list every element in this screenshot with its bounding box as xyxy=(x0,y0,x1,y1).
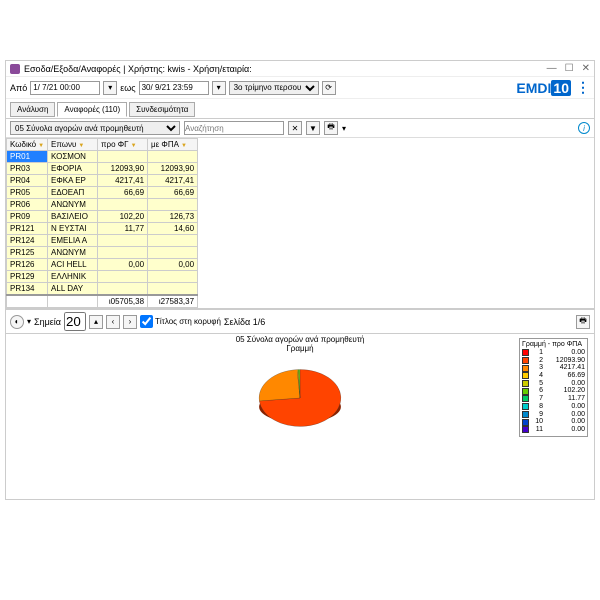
chart-legend: Γραμμή - προ ΦΠΑ 10.00212093.9034217.414… xyxy=(519,338,588,437)
window-title: Εσοδα/Εξοδα/Αναφορές | Χρήστης: kwis - Χ… xyxy=(24,64,252,74)
app-icon xyxy=(10,64,20,74)
legend-item: 466.69 xyxy=(522,372,585,380)
close-button[interactable]: ✕ xyxy=(582,63,590,74)
to-label: εως xyxy=(120,83,135,93)
table-row[interactable]: PR06ΑΝΩΝΥΜ xyxy=(7,199,198,211)
table-row[interactable]: PR01ΚΟΣΜΟΝ xyxy=(7,151,198,163)
col-withvat[interactable]: με ΦΠΑ xyxy=(148,139,198,151)
print-button[interactable]: 🖶 xyxy=(324,121,338,135)
app-window: Εσοδα/Εξοδα/Αναφορές | Χρήστης: kwis - Χ… xyxy=(5,60,595,500)
filter-button[interactable]: ▼ xyxy=(306,121,320,135)
table-row[interactable]: PR134ALL DAY xyxy=(7,283,198,296)
totals-row: ι05705,38ι27583,37 xyxy=(7,295,198,308)
search-input[interactable] xyxy=(184,121,284,135)
data-table: Κωδικό Επωνυ προ ΦΓ με ΦΠΑ PR01ΚΟΣΜΟΝPR0… xyxy=(6,138,198,308)
chart-panel: 05 Σύνολα αγορών ανά προμηθευτή Γραμμή Γ… xyxy=(6,334,594,499)
col-prevat[interactable]: προ ΦΓ xyxy=(98,139,148,151)
chart-title: 05 Σύνολα αγορών ανά προμηθευτή Γραμμή xyxy=(236,336,365,354)
info-icon[interactable]: i xyxy=(578,122,590,134)
titlebar: Εσοδα/Εξοδα/Αναφορές | Χρήστης: kwis - Χ… xyxy=(6,61,594,77)
legend-item: 34217.41 xyxy=(522,364,585,372)
table-row[interactable]: PR04ΕΦΚΑ ΕΡ4217,414217,41 xyxy=(7,175,198,187)
to-picker-button[interactable]: ▾ xyxy=(212,81,226,95)
legend-item: 212093.90 xyxy=(522,357,585,365)
table-row[interactable]: PR126ACI HELL0,000,00 xyxy=(7,259,198,271)
page-indicator: Σελίδα 1/6 xyxy=(224,317,265,327)
tab-analysis[interactable]: Ανάλυση xyxy=(10,102,55,117)
minimize-button[interactable]: — xyxy=(547,63,557,74)
legend-item: 90.00 xyxy=(522,411,585,419)
tabs: Ανάλυση Αναφορές (110) Συνδεσιμότητα xyxy=(6,99,594,119)
title-top-check[interactable]: Τίτλος στη κορυφή xyxy=(140,315,221,328)
period-select[interactable]: 3ο τρίμηνο περσου xyxy=(229,81,319,95)
next-page-button[interactable]: › xyxy=(123,315,137,329)
points-label: Σημεία xyxy=(34,317,61,327)
chart-print-button[interactable]: 🖶 xyxy=(576,315,590,329)
table-row[interactable]: PR124EMELIA A xyxy=(7,235,198,247)
legend-item: 6102.20 xyxy=(522,387,585,395)
from-label: Από xyxy=(10,83,27,93)
legend-item: 80.00 xyxy=(522,403,585,411)
points-input[interactable] xyxy=(64,312,86,331)
from-picker-button[interactable]: ▾ xyxy=(103,81,117,95)
legend-item: 110.00 xyxy=(522,426,585,434)
date-from-input[interactable] xyxy=(30,81,100,95)
legend-item: 10.00 xyxy=(522,349,585,357)
tab-reports[interactable]: Αναφορές (110) xyxy=(57,102,127,117)
date-toolbar: Από ▾ εως ▾ 3ο τρίμηνο περσου ⟳ EMDI10 ⋮ xyxy=(6,77,594,99)
table-row[interactable]: PR121Ν ΕΥΣΤΑΙ11,7714,60 xyxy=(7,223,198,235)
data-table-wrap: Κωδικό Επωνυ προ ΦΓ με ΦΠΑ PR01ΚΟΣΜΟΝPR0… xyxy=(6,138,594,309)
maximize-button[interactable]: ☐ xyxy=(565,63,574,74)
table-row[interactable]: PR03ΕΦΟΡΙΑ12093,9012093,90 xyxy=(7,163,198,175)
date-to-input[interactable] xyxy=(139,81,209,95)
legend-item: 100.00 xyxy=(522,418,585,426)
report-select[interactable]: 05 Σύνολα αγορών ανά προμηθευτή xyxy=(10,121,180,135)
chart-toolbar: ◐ ▾ Σημεία ▴ ‹ › Τίτλος στη κορυφή Σελίδ… xyxy=(6,309,594,334)
table-row[interactable]: PR125ΑΝΩΝΥΜ xyxy=(7,247,198,259)
tab-connectivity[interactable]: Συνδεσιμότητα xyxy=(129,102,195,117)
legend-item: 50.00 xyxy=(522,380,585,388)
legend-item: 711.77 xyxy=(522,395,585,403)
prev-page-button[interactable]: ‹ xyxy=(106,315,120,329)
points-spin[interactable]: ▴ xyxy=(89,315,103,329)
pie-chart xyxy=(245,358,355,438)
brand: EMDI10 ⋮ xyxy=(516,79,590,96)
table-row[interactable]: PR05ΕΔΟΕΑΠ66,6966,69 xyxy=(7,187,198,199)
chart-type-button[interactable]: ◐ xyxy=(10,315,24,329)
table-row[interactable]: PR09ΒΑΣΙΛΕΙΟ102,20126,73 xyxy=(7,211,198,223)
table-row[interactable]: PR129ΕΛΛΗΝΙΚ xyxy=(7,271,198,283)
clear-search-button[interactable]: ✕ xyxy=(288,121,302,135)
col-name[interactable]: Επωνυ xyxy=(48,139,98,151)
filter-toolbar: 05 Σύνολα αγορών ανά προμηθευτή ✕ ▼ 🖶 ▾ … xyxy=(6,119,594,138)
col-code[interactable]: Κωδικό xyxy=(7,139,48,151)
kebab-menu[interactable]: ⋮ xyxy=(576,79,590,96)
refresh-button[interactable]: ⟳ xyxy=(322,81,336,95)
